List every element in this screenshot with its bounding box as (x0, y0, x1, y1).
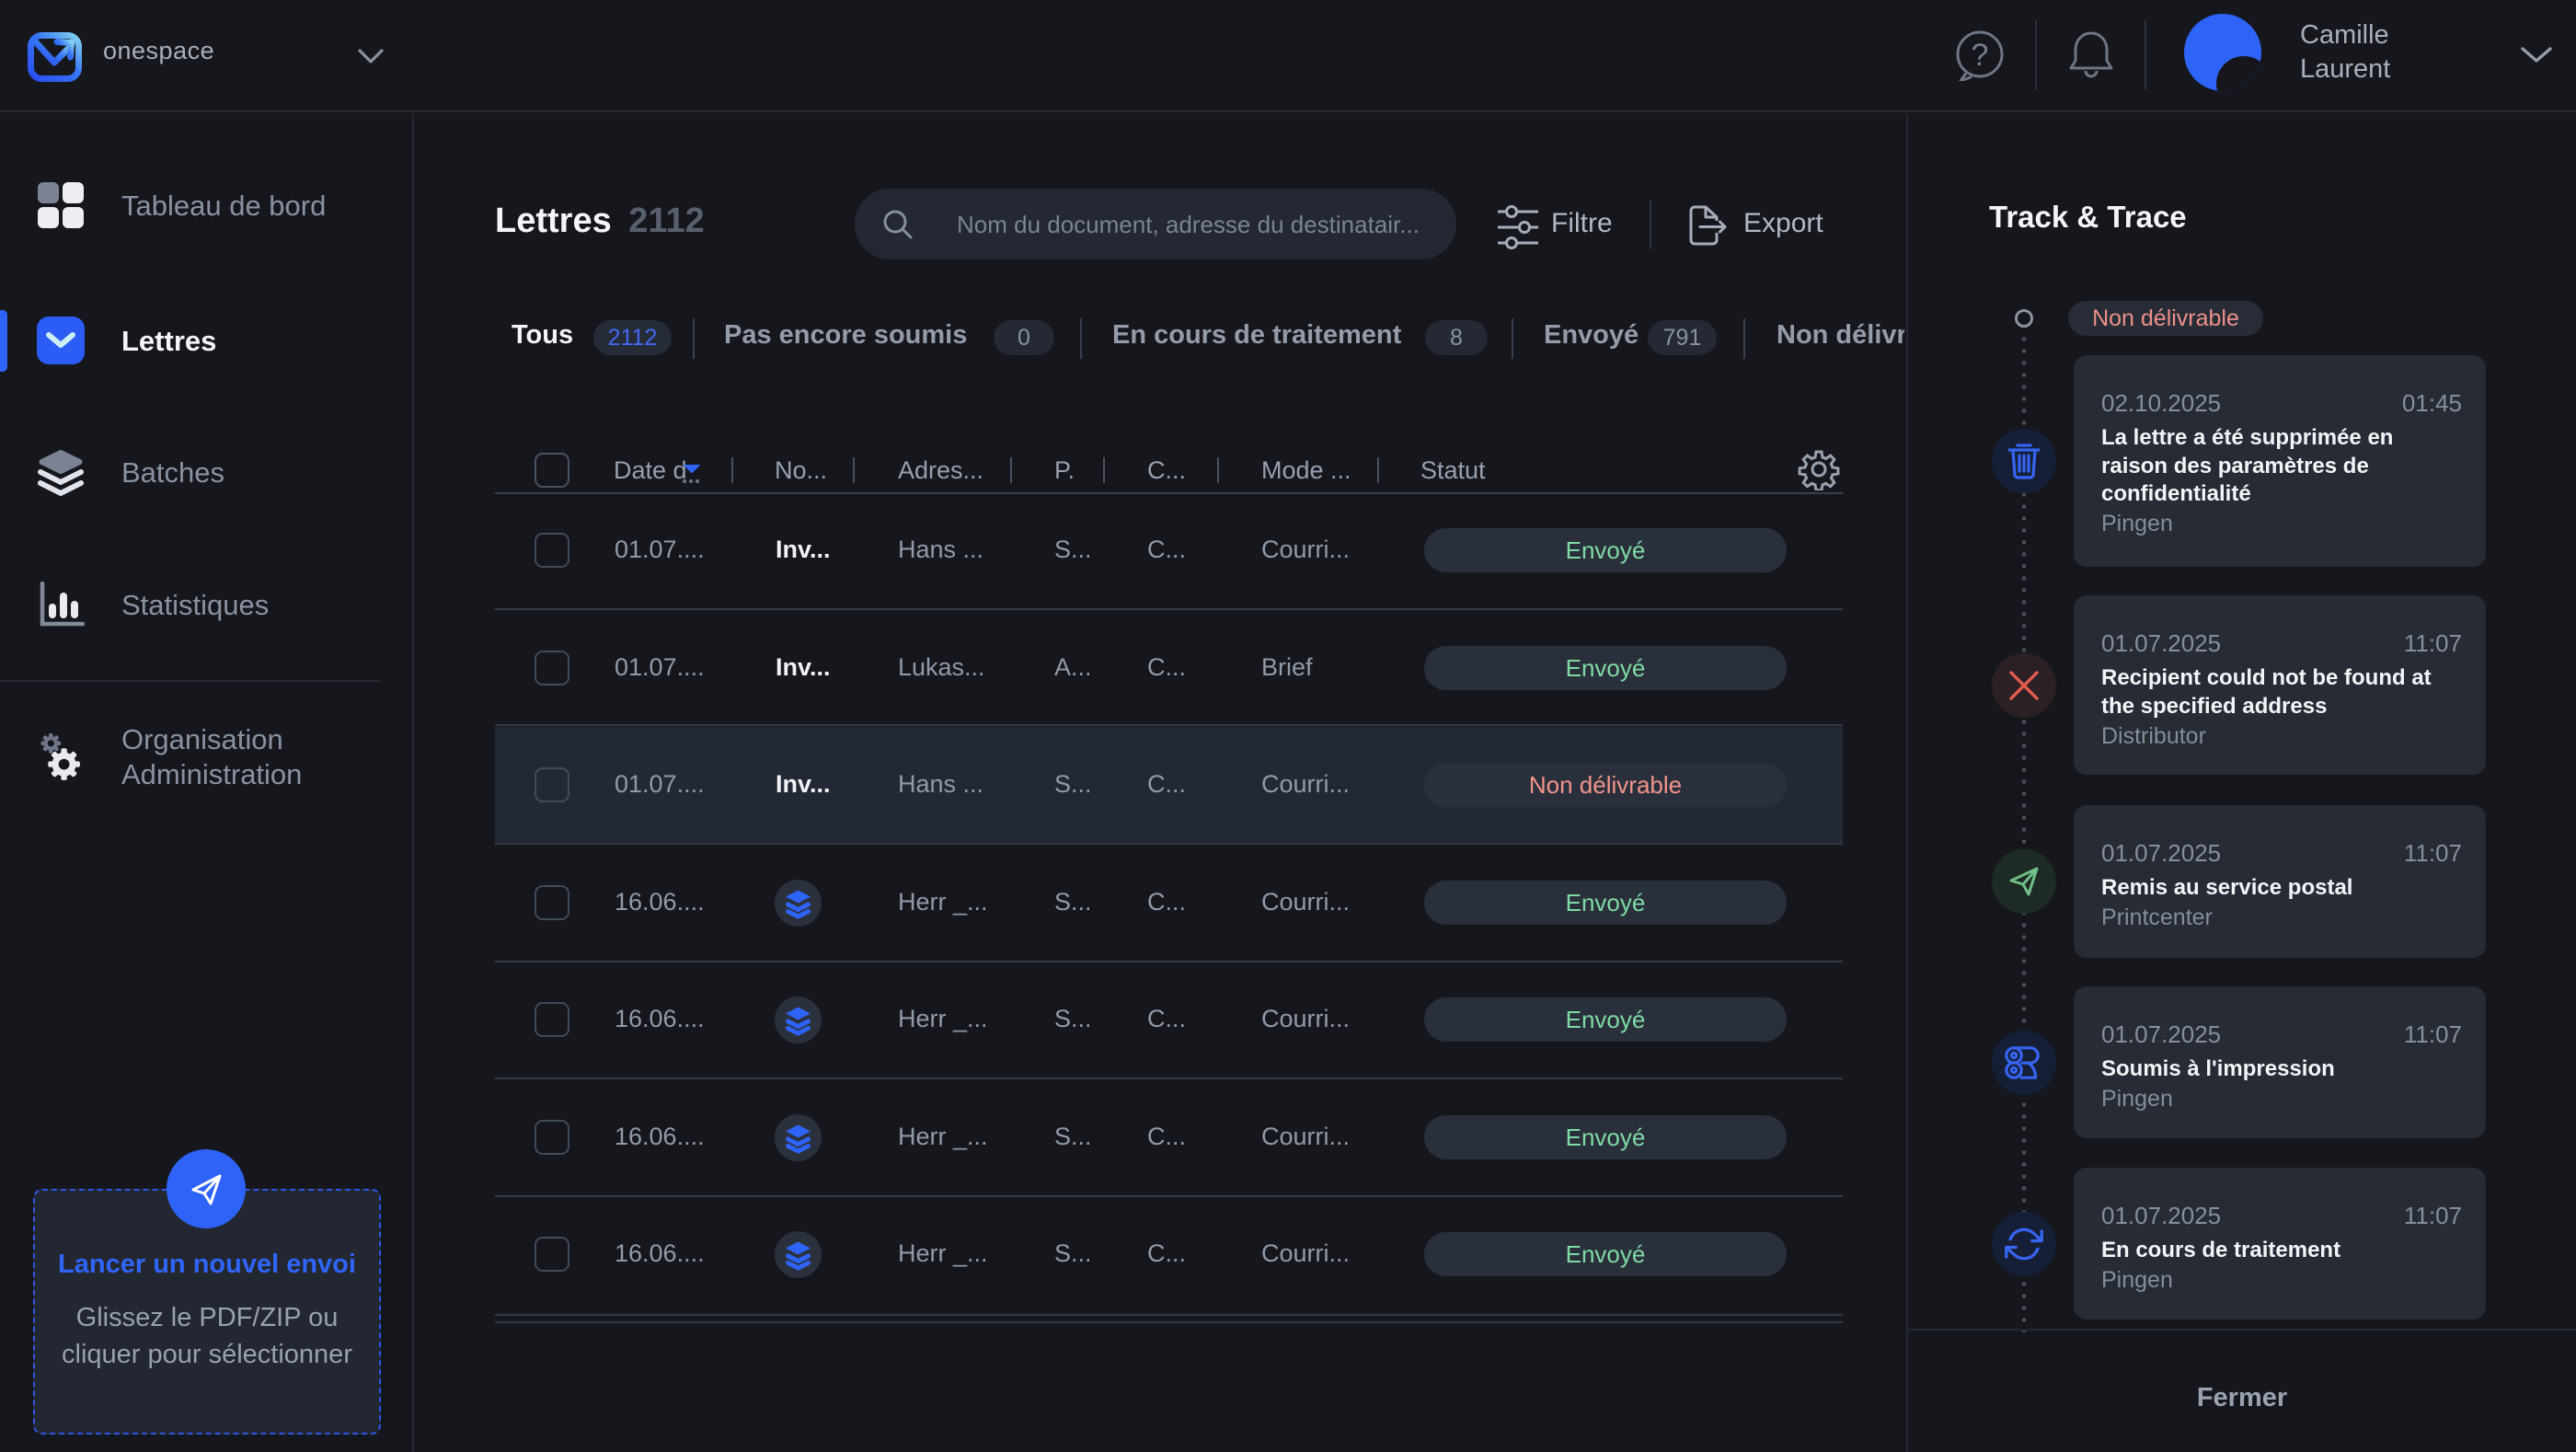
svg-text:?: ? (1972, 38, 1989, 73)
